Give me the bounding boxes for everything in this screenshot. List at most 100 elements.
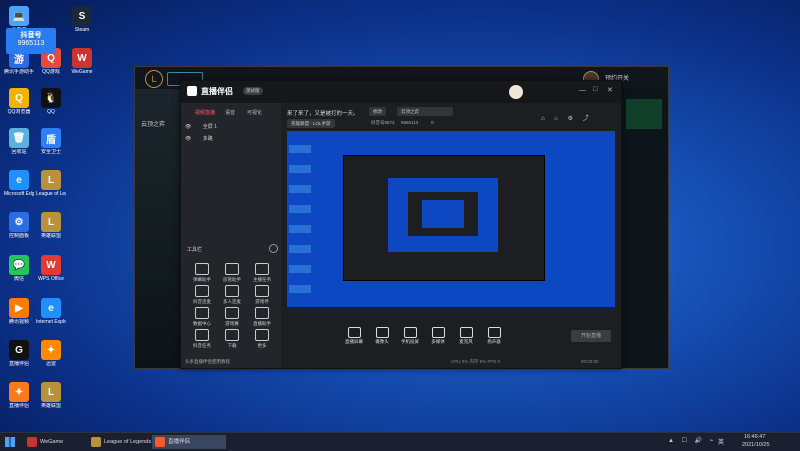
scene-label: 全屏 1 [202,124,217,130]
control-button[interactable]: 多媒体 [425,327,451,345]
desktop-icon-label: QQ游戏 [42,69,60,75]
lol-friends-panel [620,89,668,368]
start-live-button[interactable]: 开始直播 [571,330,611,342]
tool-item[interactable]: 房管助手 [219,263,245,283]
tool-label: 游戏伴 [255,299,269,304]
control-button[interactable]: 直播屏幕 [341,327,367,345]
badge-id: 9965113 [17,40,45,47]
tool-label: 抖音连麦 [193,299,211,304]
control-label: 手机投屏 [401,339,419,344]
app-icon: S [72,6,92,26]
viewer-count: 9965113 [401,120,419,125]
control-button[interactable]: 手机投屏 [397,327,423,345]
tray-icons[interactable]: ▲ ☐ 🔊 ⌁ [668,437,716,444]
scene-item-2[interactable]: 👁 多路 [185,135,277,145]
app-title: 直播伴侣 [201,87,233,96]
desktop-icon[interactable]: 盾安全卫士 [36,128,66,155]
taskbar-item[interactable]: WeGame [24,435,98,449]
clock-date[interactable]: 2021/10/25 [742,442,770,448]
desktop-icon[interactable]: eInternet Explorer [36,298,66,325]
app-icon: 💬 [9,255,29,275]
desktop-icon[interactable]: 🗑 回收站 [4,128,34,155]
clock-time[interactable]: 16:46:47 [744,434,765,440]
desktop-icon[interactable]: ⚙ 控制面板 [4,212,34,239]
tool-label: 数据中心 [193,321,211,326]
control-button[interactable]: 扬声器 [481,327,507,345]
tool-item[interactable]: 直播助手 [249,307,275,327]
desktop-icon[interactable]: ✦ 直播伴侣 [4,382,34,409]
close-icon[interactable]: ✕ [607,86,613,94]
app-logo-icon [187,86,197,96]
tool-item[interactable]: 主播任务 [249,263,275,283]
footer-text[interactable]: 头条直播伴侣使用教程 [185,359,230,365]
taskbar-app-icon [91,437,101,447]
settings-icons[interactable]: ⌂ ⌂ ⚙ ⤴ [541,113,593,122]
tool-item[interactable]: 多人连麦 [219,285,245,305]
tool-icon [195,307,209,319]
tool-item[interactable]: 数据中心 [189,307,215,327]
tool-item[interactable]: 游戏赛 [219,307,245,327]
desktop-icon[interactable]: 💬 微信 [4,255,34,282]
control-icon [431,327,445,338]
desktop-icon[interactable]: W WeGame [67,48,97,75]
tool-item[interactable]: 下载 [219,329,245,349]
ime-indicator[interactable]: 英 [718,437,724,446]
desktop-icon-label: League of Legends [36,191,66,197]
desktop-icon[interactable]: L 英雄联盟 [36,382,66,409]
app-icon: G [9,340,29,360]
profile-avatar[interactable] [509,85,523,99]
nested-preview-inner-3 [422,200,464,228]
app-icon: 🐧 [41,88,61,108]
control-icon [459,327,473,338]
app-icon: 盾 [41,128,61,148]
tool-item[interactable]: 抖音任务 [189,329,215,349]
desktop-icon[interactable]: S Steam [67,6,97,33]
tool-label: 弹幕助手 [193,277,211,282]
desktop-icon-label: 微信 [13,276,24,282]
desktop-icon[interactable]: eMicrosoft Edge [4,170,34,197]
desktop-icon-label: WeGame [71,69,93,75]
desktop-icon[interactable]: ✦ 迅雷 [36,340,66,367]
tab-video[interactable]: 视频直播 [195,109,215,116]
tool-label: 房管助手 [223,277,241,282]
control-button[interactable]: 摄像头 [369,327,395,345]
eye-icon[interactable]: 👁 [185,124,191,130]
scene-item-1[interactable]: 👁 全屏 1 [185,123,277,133]
tool-item[interactable]: 更多 [249,329,275,349]
control-icon [403,327,417,338]
streamer-app-window[interactable]: 直播伴侣 测试版 — □ ✕ 视频直播 语音 可视化 👁 全屏 1 👁 多路 工… [180,80,622,369]
tab-visual[interactable]: 可视化 [247,109,262,116]
tool-item[interactable]: 弹幕助手 [189,263,215,283]
control-label: 扬声器 [487,339,501,344]
taskbar: WeGame League of Legends 直播伴侣 ▲ ☐ 🔊 ⌁ 英 16… [0,432,800,451]
lol-logo-icon[interactable]: L [145,70,163,88]
edit-button[interactable]: 修改 [369,107,386,116]
category-pill[interactable]: 英雄联盟 · LOL手游 [287,119,335,128]
desktop-icon[interactable]: W WPS Office [36,255,66,282]
taskbar-item[interactable]: 直播伴侣 [152,435,226,449]
desktop-icon[interactable]: Q QQ浏览器 [4,88,34,115]
badge-title: 抖音号 [20,32,42,39]
taskbar-item[interactable]: League of Legends [88,435,162,449]
desktop-icon[interactable]: G 直播伴侣 [4,340,34,367]
control-button[interactable]: 麦克风 [453,327,479,345]
desktop-icon[interactable]: 🐧 QQ [36,88,66,115]
desktop-icon[interactable]: LLeague of Legends [36,170,66,197]
tool-item[interactable]: 抖音连麦 [189,285,215,305]
friends-header [626,99,662,129]
eye-icon[interactable]: 👁 [185,136,191,142]
desktop-icon-label: 腾讯手游助手 [4,69,34,75]
start-button[interactable] [5,437,15,447]
app-icon: W [41,255,61,275]
game-tag[interactable]: 云顶之弈 [397,107,453,116]
fans-count: 0 [431,120,434,125]
notice-text: 来了来了，又是被打的一天。 [287,111,359,117]
maximize-icon[interactable]: □ [593,86,597,93]
tab-voice[interactable]: 语音 [225,109,235,116]
app-titlebar: 直播伴侣 测试版 — □ ✕ [181,81,621,103]
minimize-icon[interactable]: — [579,87,586,94]
tools-more-icon[interactable] [269,244,278,253]
tool-item[interactable]: 游戏伴 [249,285,275,305]
desktop-icon[interactable]: ▶ 腾讯视频 [4,298,34,325]
desktop-icon[interactable]: L 英雄联盟 [36,212,66,239]
